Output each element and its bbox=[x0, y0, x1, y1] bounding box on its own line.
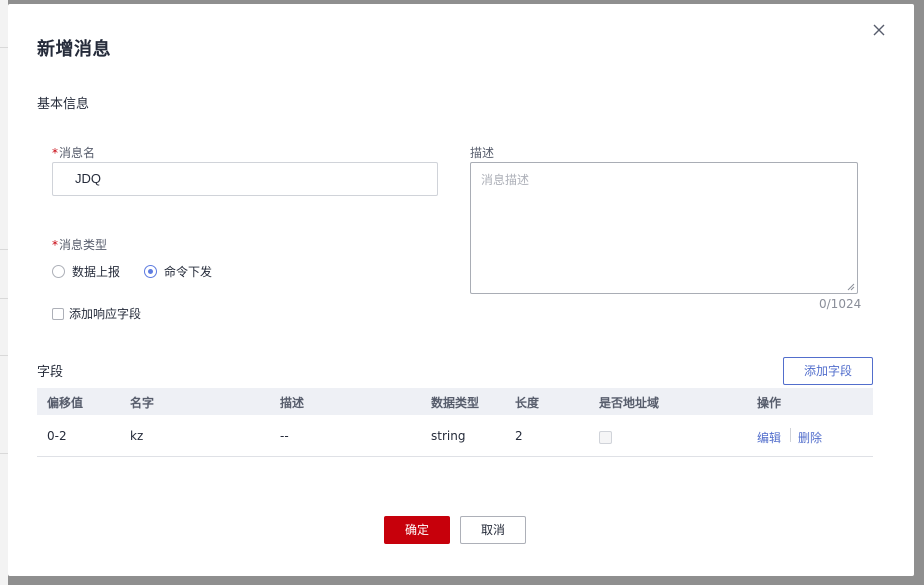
message-name-label-text: 消息名 bbox=[59, 146, 96, 160]
is-address-checkbox bbox=[599, 431, 612, 444]
cell-name: kz bbox=[130, 429, 144, 443]
required-mark: * bbox=[52, 146, 58, 160]
cell-description: -- bbox=[280, 429, 289, 443]
radio-command-issue[interactable]: 命令下发 bbox=[144, 263, 212, 280]
fields-table: 偏移值 名字 描述 数据类型 长度 是否地址域 操作 0-2 kz -- str… bbox=[37, 388, 873, 457]
description-textarea[interactable]: 消息描述 bbox=[470, 162, 858, 294]
background-page-edge bbox=[0, 0, 8, 585]
description-placeholder: 消息描述 bbox=[481, 173, 530, 187]
column-header-is-address: 是否地址域 bbox=[599, 396, 660, 410]
action-divider bbox=[790, 428, 791, 442]
message-type-label: *消息类型 bbox=[52, 236, 107, 253]
column-header-actions: 操作 bbox=[757, 396, 782, 410]
required-mark: * bbox=[52, 238, 58, 252]
description-label: 描述 bbox=[470, 146, 495, 160]
edit-link[interactable]: 编辑 bbox=[757, 429, 781, 446]
radio-circle[interactable] bbox=[52, 265, 65, 278]
dialog-title: 新增消息 bbox=[37, 39, 111, 60]
radio-data-report[interactable]: 数据上报 bbox=[52, 263, 120, 280]
delete-link[interactable]: 删除 bbox=[798, 429, 822, 446]
close-icon[interactable] bbox=[870, 21, 888, 39]
column-header-name: 名字 bbox=[130, 396, 155, 410]
column-header-data-type: 数据类型 bbox=[431, 396, 480, 410]
checkbox-box[interactable] bbox=[52, 307, 64, 320]
add-message-dialog: 新增消息 基本信息 *消息名 JDQ 描述 消息描述 0/1024 *消息类型 … bbox=[8, 4, 914, 576]
description-char-counter: 0/1024 bbox=[819, 297, 862, 311]
table-header: 偏移值 名字 描述 数据类型 长度 是否地址域 操作 bbox=[37, 388, 873, 415]
column-header-offset: 偏移值 bbox=[47, 396, 84, 410]
message-name-label: *消息名 bbox=[52, 144, 95, 161]
message-type-label-text: 消息类型 bbox=[59, 238, 108, 252]
resize-grip-icon[interactable] bbox=[847, 283, 855, 291]
radio-data-report-label: 数据上报 bbox=[72, 265, 121, 279]
add-response-field-label: 添加响应字段 bbox=[69, 307, 142, 321]
confirm-button[interactable]: 确定 bbox=[384, 516, 450, 544]
cancel-button[interactable]: 取消 bbox=[460, 516, 526, 544]
fields-section-title: 字段 bbox=[37, 365, 64, 380]
cell-data-type: string bbox=[431, 429, 466, 443]
message-name-input[interactable]: JDQ bbox=[52, 162, 438, 196]
cell-offset: 0-2 bbox=[47, 429, 67, 443]
add-field-button[interactable]: 添加字段 bbox=[783, 357, 873, 385]
table-row: 0-2 kz -- string 2 编辑 删除 bbox=[37, 415, 873, 457]
cell-length: 2 bbox=[515, 429, 523, 443]
column-header-description: 描述 bbox=[280, 396, 305, 410]
column-header-length: 长度 bbox=[515, 396, 540, 410]
basic-info-section-title: 基本信息 bbox=[37, 97, 90, 112]
radio-circle-checked[interactable] bbox=[144, 265, 157, 278]
radio-command-issue-label: 命令下发 bbox=[164, 265, 213, 279]
add-response-field-checkbox[interactable]: 添加响应字段 bbox=[52, 305, 141, 322]
